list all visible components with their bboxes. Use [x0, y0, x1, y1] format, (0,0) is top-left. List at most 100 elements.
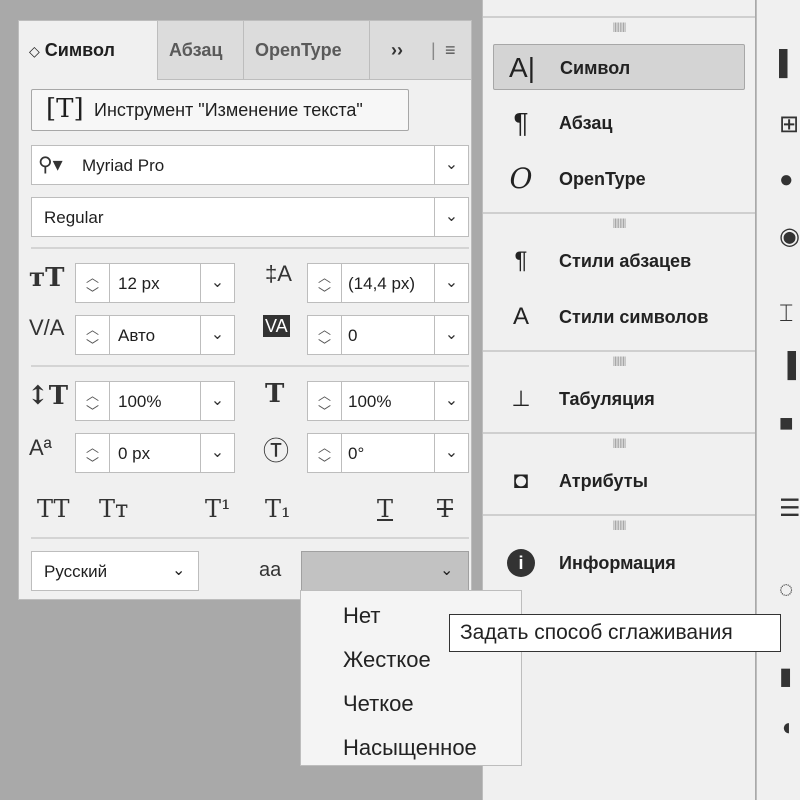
panels-dock: |||||||| A| Символ ¶ Абзац O OpenType ||…	[482, 0, 755, 800]
tracking-value: 0	[348, 326, 358, 345]
drag-grip[interactable]: ||||||||	[483, 218, 755, 229]
panel-item-label: Символ	[560, 58, 631, 78]
horizontal-scale-icon: T	[265, 379, 285, 409]
panel-menu-icon[interactable]: ≡	[445, 21, 471, 79]
panel-item-paragraph[interactable]: ¶ Абзац	[493, 100, 745, 146]
tab-character[interactable]: ◇ Символ	[19, 21, 157, 80]
language-dropdown[interactable]: Русский ⌄	[31, 551, 199, 591]
panel-item-label: Информация	[559, 553, 676, 573]
language-value: Русский	[44, 562, 108, 581]
stepper-icon[interactable]: ︿ ﹀	[308, 316, 342, 354]
menu-item-strong[interactable]: Насыщенное	[343, 735, 477, 761]
font-family-value: Myriad Pro	[82, 156, 165, 175]
more-tabs-icon[interactable]: ››	[391, 21, 431, 79]
stepper-icon[interactable]: ︿ ﹀	[76, 316, 110, 354]
font-family-dropdown[interactable]: ⚲▾ Myriad Pro ⌄	[31, 145, 469, 185]
horizontal-scale-field[interactable]: ︿ ﹀ 100% ⌄	[307, 381, 469, 421]
paragraph-styles-icon: ¶	[514, 247, 528, 274]
panel-item-opentype[interactable]: O OpenType	[493, 156, 745, 202]
all-caps-button[interactable]: TT	[37, 495, 69, 523]
panel-item-paragraph-styles[interactable]: ¶ Стили абзацев	[493, 238, 745, 284]
character-panel: ◇ Символ Абзац OpenType ›› | ≡ [T] Инстр…	[18, 20, 472, 600]
panel-item-tabs[interactable]: ⊥ Табуляция	[493, 376, 745, 422]
info-icon: i	[507, 549, 535, 577]
panel-icon[interactable]: ▮	[779, 662, 792, 691]
subscript-button[interactable]: T₁	[265, 495, 291, 523]
panel-item-character-styles[interactable]: A Стили символов	[493, 294, 745, 340]
character-panel-icon: A|	[509, 52, 535, 83]
tab-character-label: Символ	[44, 40, 115, 60]
rotation-value: 0°	[348, 444, 365, 463]
panel-icon[interactable]: ◖	[779, 714, 794, 742]
panel-item-label: Стили символов	[559, 307, 709, 327]
stepper-icon[interactable]: ︿ ﹀	[76, 264, 110, 302]
small-caps-button[interactable]: Tт	[99, 495, 128, 523]
chevron-down-icon[interactable]: ⌄	[434, 316, 468, 354]
panel-icon[interactable]: ●	[779, 166, 794, 194]
chevron-down-icon[interactable]: ⌄	[200, 264, 234, 302]
panel-icon[interactable]: ⊞	[779, 110, 799, 139]
search-icon: ⚲▾	[38, 154, 63, 176]
baseline-shift-icon: Aª	[29, 435, 52, 460]
panel-item-attributes[interactable]: ◘ Атрибуты	[493, 458, 745, 504]
kerning-icon: V/A	[29, 315, 65, 340]
underline-button[interactable]: T	[377, 495, 393, 523]
stepper-icon[interactable]: ︿ ﹀	[76, 382, 110, 420]
font-size-value: 12 px	[118, 274, 160, 293]
vertical-scale-field[interactable]: ︿ ﹀ 100% ⌄	[75, 381, 235, 421]
strikethrough-button[interactable]: T	[437, 495, 453, 523]
panel-icon[interactable]: ☰	[779, 494, 800, 523]
drag-grip[interactable]: ||||||||	[483, 22, 755, 33]
chevron-down-icon[interactable]: ⌄	[434, 146, 468, 184]
tab-paragraph[interactable]: Абзац	[159, 21, 243, 79]
drag-grip[interactable]: ||||||||	[483, 356, 755, 367]
font-size-field[interactable]: ︿ ﹀ 12 px ⌄	[75, 263, 235, 303]
chevron-down-icon[interactable]: ⌄	[434, 198, 468, 236]
leading-field[interactable]: ︿ ﹀ (14,4 px) ⌄	[307, 263, 469, 303]
type-touch-tool-button[interactable]: [T] Инструмент "Изменение текста"	[31, 89, 409, 131]
menu-item-crisp[interactable]: Жесткое	[343, 647, 431, 673]
tab-opentype[interactable]: OpenType	[245, 21, 369, 79]
chevron-down-icon[interactable]: ⌄	[200, 316, 234, 354]
chevron-down-icon[interactable]: ⌄	[434, 382, 468, 420]
tracking-field[interactable]: ︿ ﹀ 0 ⌄	[307, 315, 469, 355]
panel-icon[interactable]: ◌	[779, 576, 793, 604]
baseline-shift-value: 0 px	[118, 444, 151, 463]
panel-icon[interactable]: ▐	[779, 352, 796, 380]
horizontal-scale-value: 100%	[348, 392, 392, 411]
stepper-icon[interactable]: ︿ ﹀	[308, 382, 342, 420]
chevron-down-icon[interactable]: ⌄	[200, 434, 234, 472]
drag-grip[interactable]: ||||||||	[483, 520, 755, 531]
panel-icon[interactable]: ■	[779, 410, 794, 438]
panel-item-character[interactable]: A| Символ	[493, 44, 745, 90]
rotation-field[interactable]: ︿ ﹀ 0° ⌄	[307, 433, 469, 473]
chevron-down-icon[interactable]: ⌄	[200, 382, 234, 420]
panel-item-info[interactable]: i Информация	[493, 540, 745, 586]
chevron-down-icon[interactable]: ⌄	[434, 434, 468, 472]
panel-icon[interactable]: ⌶	[779, 300, 793, 328]
panel-item-label: Стили абзацев	[559, 251, 692, 271]
superscript-button[interactable]: T¹	[205, 495, 231, 523]
attributes-icon: ◘	[513, 467, 529, 494]
chevron-down-icon[interactable]: ⌄	[434, 264, 468, 302]
panel-icon[interactable]: ▌	[779, 50, 796, 78]
menu-item-sharp[interactable]: Четкое	[343, 691, 414, 717]
panel-tab-bar: ◇ Символ Абзац OpenType ›› | ≡	[19, 21, 471, 80]
paragraph-panel-icon: ¶	[513, 107, 529, 138]
kerning-field[interactable]: ︿ ﹀ Авто ⌄	[75, 315, 235, 355]
stepper-icon[interactable]: ︿ ﹀	[76, 434, 110, 472]
stepper-icon[interactable]: ︿ ﹀	[308, 434, 342, 472]
menu-item-none[interactable]: Нет	[343, 603, 380, 629]
panel-icon[interactable]: ◉	[779, 222, 800, 251]
drag-grip[interactable]: ||||||||	[483, 438, 755, 449]
stepper-icon[interactable]: ︿ ﹀	[308, 264, 342, 302]
antialias-icon: aa	[259, 559, 282, 581]
opentype-panel-icon: O	[509, 162, 533, 195]
kerning-value: Авто	[118, 326, 156, 345]
antialias-dropdown[interactable]: ⌄	[301, 551, 469, 591]
font-style-dropdown[interactable]: Regular ⌄	[31, 197, 469, 237]
baseline-shift-field[interactable]: ︿ ﹀ 0 px ⌄	[75, 433, 235, 473]
vertical-scale-icon: ↕T	[27, 381, 69, 411]
ruler-icon: ⊥	[511, 386, 531, 411]
chevron-down-icon: ⌄	[172, 562, 186, 579]
